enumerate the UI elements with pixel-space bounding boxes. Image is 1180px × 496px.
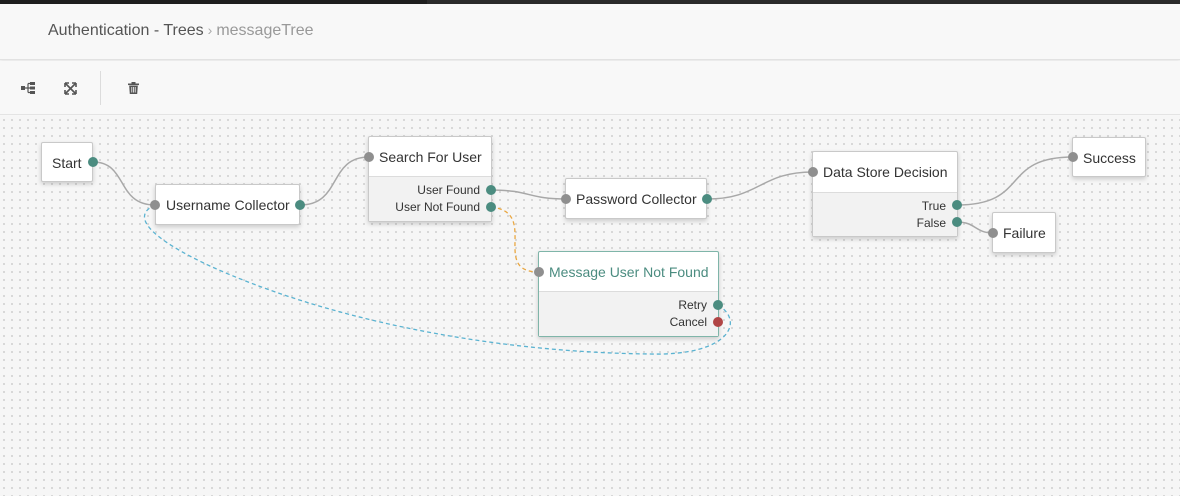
breadcrumb-parent-link[interactable]: Authentication - Trees xyxy=(48,22,204,39)
link-password-datastore xyxy=(706,171,814,200)
node-password-title: Password Collector xyxy=(576,191,697,207)
port-username-out[interactable] xyxy=(295,200,305,210)
port-success-in[interactable] xyxy=(1068,152,1078,162)
port-datastore-in[interactable] xyxy=(808,167,818,177)
link-usernotfound-message xyxy=(490,206,540,273)
port-password-in[interactable] xyxy=(561,194,571,204)
page-header: Authentication - Trees › messageTree xyxy=(0,4,1180,60)
toolbar-divider xyxy=(100,71,101,105)
node-start[interactable]: Start xyxy=(41,142,93,182)
link-start-username xyxy=(92,161,156,206)
port-user-not-found[interactable] xyxy=(486,202,496,212)
node-message-outcomes: Retry Cancel xyxy=(539,291,718,336)
port-true[interactable] xyxy=(952,200,962,210)
port-message-in[interactable] xyxy=(534,267,544,277)
breadcrumb: Authentication - Trees › messageTree xyxy=(48,22,314,40)
breadcrumb-current: messageTree xyxy=(216,22,314,39)
port-failure-in[interactable] xyxy=(988,228,998,238)
node-success[interactable]: Success xyxy=(1072,137,1146,177)
delete-button[interactable] xyxy=(123,78,143,98)
tree-layout-button[interactable] xyxy=(18,78,38,98)
node-username-title: Username Collector xyxy=(166,197,290,213)
outcome-retry: Retry xyxy=(678,298,707,312)
tree-layout-icon xyxy=(21,82,35,94)
node-password-collector[interactable]: Password Collector xyxy=(565,178,707,219)
link-true-success xyxy=(956,156,1074,206)
port-false[interactable] xyxy=(952,217,962,227)
breadcrumb-separator: › xyxy=(207,22,213,38)
tree-canvas[interactable]: Start Username Collector Search For User… xyxy=(0,116,1180,496)
node-message-user-not-found[interactable]: Message User Not Found Retry Cancel xyxy=(538,251,719,337)
node-datastore-outcomes: True False xyxy=(813,192,957,236)
port-retry[interactable] xyxy=(713,300,723,310)
node-success-title: Success xyxy=(1083,150,1136,166)
node-failure[interactable]: Failure xyxy=(992,212,1056,253)
node-search-for-user[interactable]: Search For User User Found User Not Foun… xyxy=(368,136,492,222)
outcome-user-found: User Found xyxy=(417,183,480,197)
trash-icon xyxy=(127,82,139,94)
port-start-out[interactable] xyxy=(88,157,98,167)
port-username-in[interactable] xyxy=(150,200,160,210)
fit-to-screen-icon xyxy=(63,81,77,95)
node-message-title: Message User Not Found xyxy=(549,264,709,280)
port-search-in[interactable] xyxy=(364,152,374,162)
node-search-outcomes: User Found User Not Found xyxy=(369,176,491,221)
outcome-user-not-found: User Not Found xyxy=(395,200,480,214)
link-username-search xyxy=(299,156,370,206)
fit-to-screen-button[interactable] xyxy=(60,78,80,98)
node-datastore-title: Data Store Decision xyxy=(823,164,948,180)
node-start-title: Start xyxy=(52,155,82,171)
outcome-cancel: Cancel xyxy=(669,315,707,329)
node-username-collector[interactable]: Username Collector xyxy=(155,184,300,225)
tree-toolbar xyxy=(0,61,1180,115)
port-cancel[interactable] xyxy=(713,317,723,327)
node-data-store-decision[interactable]: Data Store Decision True False xyxy=(812,151,958,237)
port-password-out[interactable] xyxy=(702,194,712,204)
node-search-title: Search For User xyxy=(379,149,482,165)
port-user-found[interactable] xyxy=(486,185,496,195)
outcome-true: True xyxy=(921,199,946,213)
node-failure-title: Failure xyxy=(1003,225,1046,241)
outcome-false: False xyxy=(916,216,946,230)
link-userfound-password xyxy=(490,189,567,200)
